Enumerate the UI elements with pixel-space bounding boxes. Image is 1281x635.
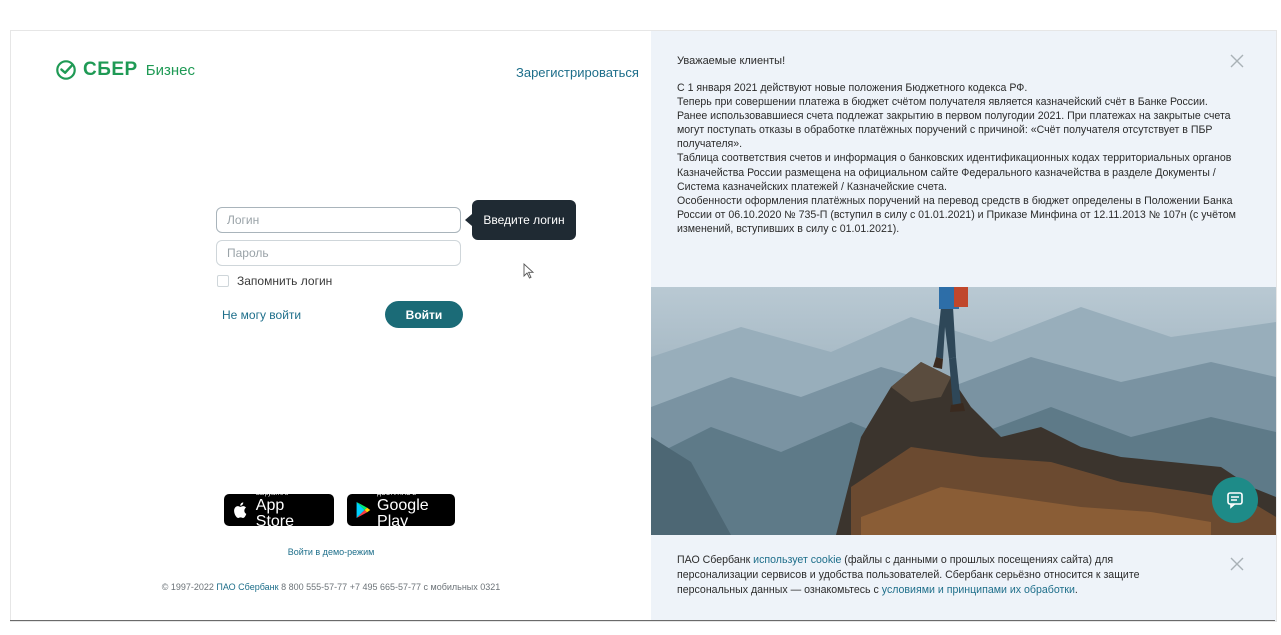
remember-checkbox[interactable]: [217, 275, 229, 287]
login-button[interactable]: Войти: [385, 301, 463, 328]
cookie-policy-link[interactable]: использует cookie: [753, 554, 841, 566]
remember-login[interactable]: Запомнить логин: [217, 274, 332, 288]
brand-name: СБЕР: [83, 59, 138, 80]
register-link[interactable]: Зарегистрироваться: [516, 65, 639, 80]
google-play-icon: [356, 501, 371, 519]
notice-paragraph: С 1 января 2021 действуют новые положени…: [677, 82, 1028, 94]
login-panel: СБЕР Бизнес Зарегистрироваться Введите л…: [11, 31, 651, 621]
close-icon[interactable]: [1229, 556, 1245, 572]
footer-phone-2: +7 495 665-57-77: [349, 582, 421, 592]
cant-login-link[interactable]: Не могу войти: [222, 308, 301, 322]
notice-paragraph: Теперь при совершении платежа в бюджет с…: [677, 96, 1208, 109]
brand-suffix: Бизнес: [145, 61, 195, 79]
close-icon[interactable]: [1229, 53, 1245, 69]
footer-company-link[interactable]: ПАО Сбербанк: [216, 582, 278, 592]
info-panel: Уважаемые клиенты! С 1 января 2021 дейст…: [651, 31, 1276, 621]
cookie-text: .: [1074, 584, 1078, 596]
page-frame: СБЕР Бизнес Зарегистрироваться Введите л…: [10, 30, 1277, 622]
google-play-button[interactable]: ДОСТУПНО В Google Play: [347, 491, 455, 529]
footer-mobile: с мобильных 0321: [423, 582, 501, 592]
demo-mode-link[interactable]: Войти в демо-режим: [11, 547, 651, 557]
sber-business-logo[interactable]: СБЕР Бизнес: [55, 59, 195, 81]
chat-icon: [1227, 492, 1243, 509]
cookie-text: ПАО Сбербанк: [677, 554, 754, 566]
app-store-label: App Store: [255, 496, 295, 530]
bottom-divider: [10, 620, 1275, 621]
mountain-hiker-photo: [651, 287, 1276, 535]
password-input[interactable]: [216, 240, 461, 266]
notice-paragraph: Ранее использовавшиеся счета подлежат за…: [677, 110, 1231, 151]
notice-title: Уважаемые клиенты!: [677, 55, 786, 67]
sber-logo-icon: [56, 60, 76, 80]
google-play-label: Google Play: [377, 496, 429, 530]
notice-body: С 1 января 2021 действуют новые положени…: [677, 81, 1237, 236]
remember-label: Запомнить логин: [237, 274, 333, 288]
cookie-notice: ПАО Сбербанк использует cookie (файлы с …: [677, 553, 1167, 598]
notice-paragraph: Особенности оформления платёжных поручен…: [677, 194, 1236, 235]
apple-icon: [234, 502, 247, 518]
chat-button[interactable]: [1212, 477, 1258, 523]
footer-phone-1: 8 800 555-57-77: [281, 582, 348, 592]
app-store-button[interactable]: Загрузите в App Store: [224, 491, 334, 529]
mouse-cursor-icon: [523, 263, 535, 279]
notice-paragraph: Таблица соответствия счетов и информация…: [677, 152, 1232, 193]
login-input[interactable]: [216, 207, 461, 233]
footer: © 1997-2022 ПАО Сбербанк 8 800 555-57-77…: [11, 582, 651, 592]
footer-years: © 1997-2022: [161, 582, 214, 592]
login-tooltip: Введите логин: [465, 200, 576, 240]
privacy-terms-link[interactable]: условиями и принципами их обработки: [882, 584, 1075, 596]
